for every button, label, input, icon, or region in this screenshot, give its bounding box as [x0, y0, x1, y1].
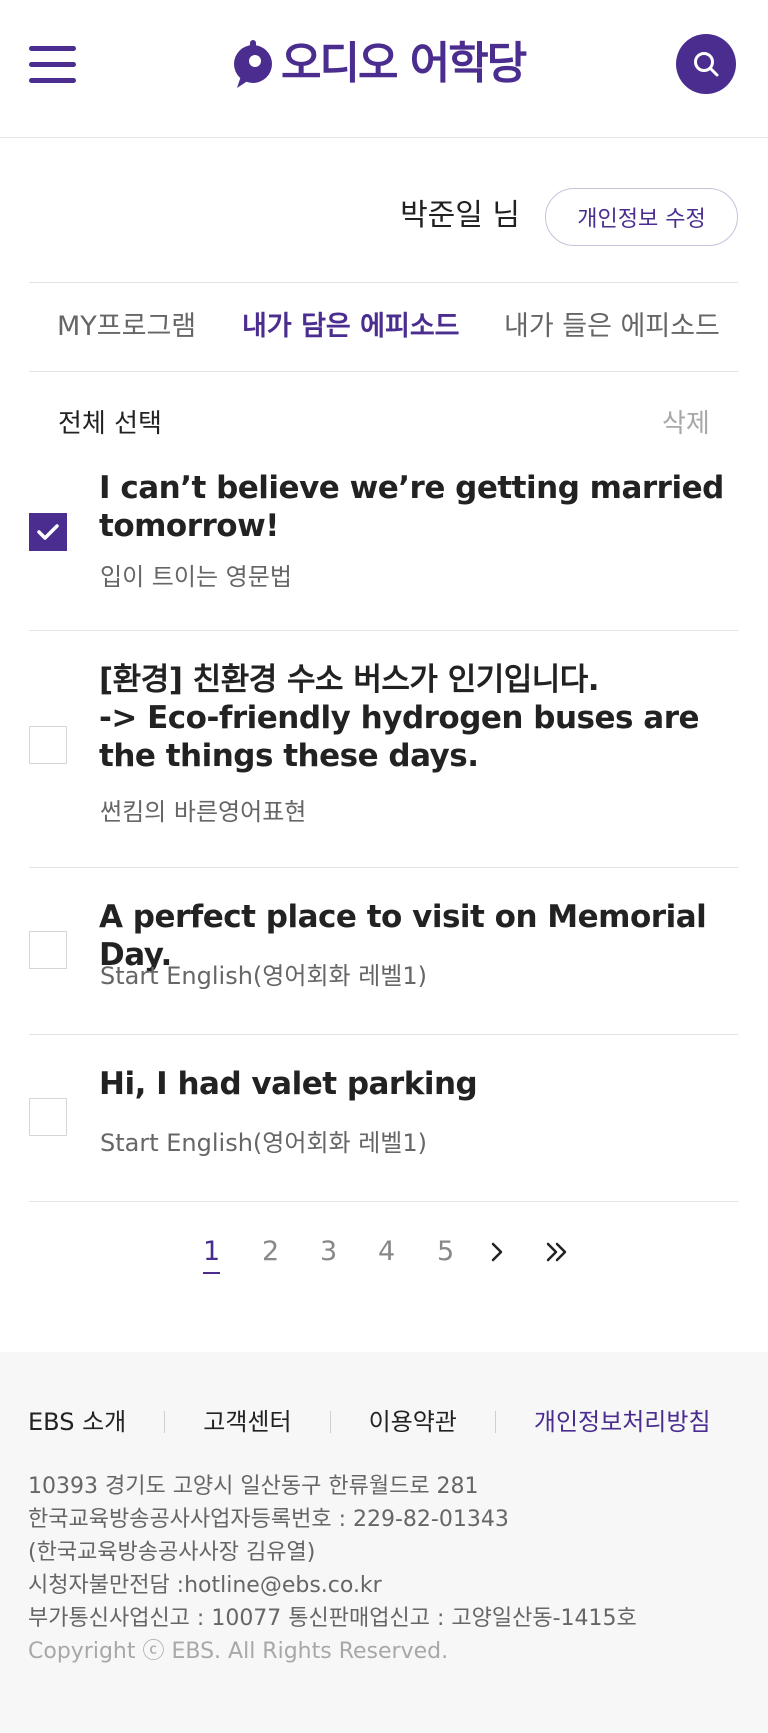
- tab-my-program[interactable]: MY프로그램: [57, 307, 196, 347]
- episode-checkbox[interactable]: [29, 1098, 67, 1136]
- episode-list: I can’t believe we’re getting married to…: [29, 454, 738, 1202]
- company-address: 10393 경기도 고양시 일산동구 한류월드로 281: [28, 1474, 479, 1499]
- episode-program: Start English(영어회화 레벨1): [100, 1129, 428, 1157]
- episode-title[interactable]: I can’t believe we’re getting married to…: [99, 469, 738, 545]
- copyright: Copyright ⓒ EBS. All Rights Reserved.: [28, 1639, 449, 1664]
- hamburger-menu-icon[interactable]: [29, 46, 77, 84]
- chevron-right-icon[interactable]: [482, 1232, 512, 1272]
- user-name: 박준일 님: [400, 198, 520, 233]
- list-item[interactable]: [환경] 친환경 수소 버스가 인기입니다. -> Eco-friendly h…: [29, 631, 738, 868]
- episode-title[interactable]: Hi, I had valet parking: [99, 1065, 738, 1103]
- list-item[interactable]: Hi, I had valet parking Start English(영어…: [29, 1035, 738, 1202]
- company-biz-number: 한국교육방송공사사업자등록번호 : 229-82-01343: [28, 1507, 509, 1532]
- tab-listened-episodes[interactable]: 내가 들은 에피소드: [504, 307, 720, 347]
- episode-checkbox[interactable]: [29, 513, 67, 551]
- app-header: 오디오 어학당: [0, 0, 768, 138]
- episode-program: 입이 트이는 영문법: [100, 563, 292, 591]
- episode-checkbox[interactable]: [29, 726, 67, 764]
- headphone-logo-icon: [234, 40, 272, 88]
- search-button[interactable]: [676, 34, 736, 94]
- company-ceo: (한국교육방송공사사장 김유열): [28, 1540, 316, 1565]
- episode-title[interactable]: [환경] 친환경 수소 버스가 인기입니다. -> Eco-friendly h…: [99, 661, 738, 775]
- episode-checkbox[interactable]: [29, 931, 67, 969]
- page-2[interactable]: 2: [262, 1232, 279, 1272]
- double-chevron-right-icon[interactable]: [542, 1232, 572, 1272]
- footer: EBS 소개 고객센터 이용약관 개인정보처리방침 10393 경기도 고양시 …: [0, 1352, 768, 1733]
- page-3[interactable]: 3: [320, 1232, 337, 1272]
- list-item[interactable]: A perfect place to visit on Memorial Day…: [29, 868, 738, 1035]
- episode-program: Start English(영어회화 레벨1): [100, 962, 428, 990]
- logo[interactable]: 오디오 어학당: [231, 36, 527, 92]
- footer-link-about[interactable]: EBS 소개: [28, 1404, 126, 1440]
- footer-links: EBS 소개 고객센터 이용약관 개인정보처리방침: [28, 1404, 711, 1440]
- list-item[interactable]: I can’t believe we’re getting married to…: [29, 454, 738, 631]
- episode-program: 썬킴의 바른영어표현: [100, 798, 307, 826]
- page-4[interactable]: 4: [378, 1232, 395, 1272]
- footer-link-support[interactable]: 고객센터: [203, 1404, 291, 1440]
- footer-link-terms[interactable]: 이용약관: [369, 1404, 457, 1440]
- delete-button[interactable]: 삭제: [662, 404, 710, 444]
- checkmark-icon: [37, 524, 59, 540]
- company-info: 10393 경기도 고양시 일산동구 한류월드로 281 한국교육방송공사사업자…: [28, 1470, 637, 1668]
- divider: [329, 1411, 331, 1433]
- divider: [494, 1411, 496, 1433]
- page-1[interactable]: 1: [203, 1232, 221, 1274]
- logo-text: 오디오 어학당: [281, 38, 527, 89]
- user-info-row: 박준일 님 개인정보 수정: [0, 188, 768, 246]
- pagination: 1 2 3 4 5: [0, 1232, 768, 1276]
- footer-link-privacy[interactable]: 개인정보처리방침: [534, 1404, 711, 1440]
- company-hotline: 시청자불만전담 :hotline@ebs.co.kr: [28, 1573, 382, 1598]
- company-telecom: 부가통신사업신고 : 10077 통신판매업신고 : 고양일산동-1415호: [28, 1606, 637, 1631]
- tab-saved-episodes[interactable]: 내가 담은 에피소드: [242, 307, 460, 347]
- search-icon: [694, 52, 719, 77]
- edit-profile-button[interactable]: 개인정보 수정: [545, 188, 738, 246]
- divider: [164, 1411, 166, 1433]
- select-all-button[interactable]: 전체 선택: [58, 404, 162, 444]
- page-5[interactable]: 5: [437, 1232, 454, 1272]
- tab-bar: MY프로그램 내가 담은 에피소드 내가 들은 에피소드: [29, 282, 738, 372]
